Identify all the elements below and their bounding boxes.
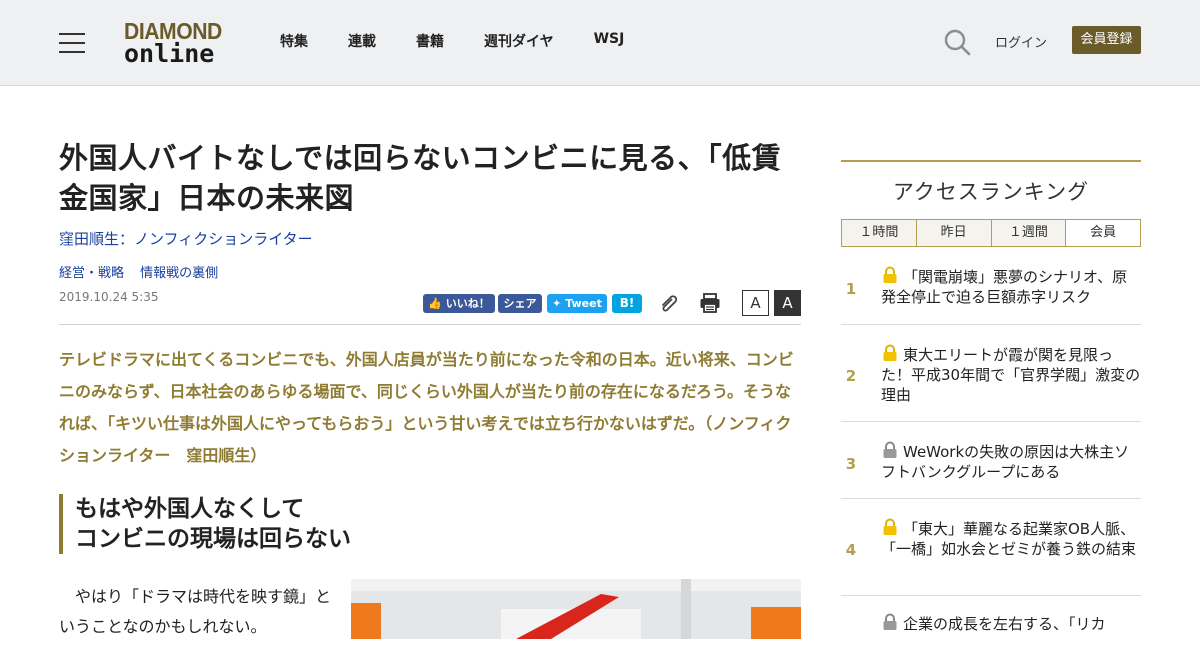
ranking-item[interactable]: 4 「東大」華麗なる起業家OB人脈、「一橋」如水会とゼミが養う鉄の結束 (841, 499, 1141, 596)
thumbs-up-icon: 👍 (428, 297, 442, 310)
article-body: やはり「ドラマは時代を映す鏡」ということなのかもしれない。 (59, 587, 332, 636)
ranking-item-title: 「東大」華麗なる起業家OB人脈、「一橋」如水会とゼミが養う鉄の結束 (881, 520, 1137, 558)
site-logo[interactable]: DIAMOND online (124, 18, 228, 68)
rank-number: 1 (845, 280, 857, 298)
lock-icon (883, 441, 897, 458)
tab-1week[interactable]: １週間 (991, 220, 1067, 246)
register-button[interactable]: 会員登録 (1072, 26, 1141, 54)
lock-icon (883, 613, 897, 630)
facebook-like-button[interactable]: 👍 いいね！ (423, 294, 495, 313)
nav-item-weekly-diamond[interactable]: 週刊ダイヤ (484, 31, 554, 51)
rank-number: 2 (845, 367, 857, 385)
hatena-bookmark-button[interactable]: B! (612, 294, 642, 313)
nav-item-wsj[interactable]: WSJ (594, 31, 625, 51)
ranking-title: アクセスランキング (892, 180, 1090, 204)
facebook-share-button[interactable]: シェア (498, 294, 542, 313)
nav-item-shoseki[interactable]: 書籍 (416, 31, 444, 51)
twitter-bird-icon: ✦ (552, 297, 562, 310)
ranking-item-title: WeWorkの失敗の原因は大株主ソフトバンクグループにある (881, 443, 1130, 481)
section-heading-line2: コンビニの現場は回らない (75, 526, 351, 552)
ranking-item[interactable]: 企業の成長を左右する、「リカ (841, 596, 1141, 656)
article-categories: 経営・戦略 情報戦の裏側 (59, 262, 230, 281)
category-link-management[interactable]: 経営・戦略 (59, 266, 124, 281)
paperclip-icon[interactable] (658, 292, 680, 314)
lock-icon (883, 266, 897, 283)
article-divider (59, 324, 801, 325)
site-header: DIAMOND online 特集 連載 書籍 週刊ダイヤ WSJ ログイン 会… (0, 0, 1200, 86)
login-link[interactable]: ログイン (995, 32, 1047, 51)
nav-item-rensai[interactable]: 連載 (348, 31, 376, 51)
ranking-item-title: 東大エリートが霞が関を見限った！平成30年間で「官界学閥」激変の理由 (881, 346, 1141, 404)
ranking-item-title: 企業の成長を左右する、「リカ (903, 615, 1106, 633)
lock-icon (883, 344, 897, 361)
category-link-info-war[interactable]: 情報戦の裏側 (140, 266, 218, 281)
article-title: 外国人バイトなしでは回らないコンビニに見る、「低賃金国家」日本の未来図 (59, 141, 782, 215)
print-icon[interactable] (699, 292, 721, 314)
lock-icon (883, 518, 897, 535)
font-size-small-button[interactable]: A (742, 290, 769, 316)
font-size-large-button[interactable]: A (774, 290, 801, 316)
ranking-item[interactable]: 2 東大エリートが霞が関を見限った！平成30年間で「官界学閥」激変の理由 (841, 325, 1141, 422)
rank-number: 4 (845, 541, 857, 559)
logo-line1: DIAMOND (124, 18, 222, 44)
logo-line2: online (124, 39, 215, 68)
rank-number: 3 (845, 455, 857, 473)
article-author[interactable]: 窪田順生：ノンフィクションライター (59, 228, 313, 249)
section-heading: もはや外国人なくして コンビニの現場は回らない (59, 494, 804, 554)
article-photo (351, 579, 801, 639)
ranking-tabs: １時間 昨日 １週間 会員 (841, 219, 1141, 247)
nav-item-tokushu[interactable]: 特集 (280, 31, 308, 51)
ranking-top-border (841, 160, 1141, 162)
tab-yesterday[interactable]: 昨日 (916, 220, 992, 246)
ranking-list: 1 「関電崩壊」悪夢のシナリオ、原発全停止で迫る巨額赤字リスク 2 東大エリート… (841, 247, 1141, 656)
tab-members[interactable]: 会員 (1066, 220, 1140, 246)
section-heading-line1: もはや外国人なくして (75, 496, 305, 522)
tab-1hour[interactable]: １時間 (842, 220, 917, 246)
main-nav: 特集 連載 書籍 週刊ダイヤ WSJ (280, 31, 664, 51)
search-icon[interactable] (943, 28, 971, 56)
article-lead: テレビドラマに出てくるコンビニでも、外国人店員が当たり前になった令和の日本。近い… (59, 350, 794, 465)
ranking-item[interactable]: 1 「関電崩壊」悪夢のシナリオ、原発全停止で迫る巨額赤字リスク (841, 247, 1141, 325)
hamburger-menu-icon[interactable] (59, 31, 85, 53)
article-date: 2019.10.24 5:35 (59, 290, 159, 304)
ranking-item-title: 「関電崩壊」悪夢のシナリオ、原発全停止で迫る巨額赤字リスク (881, 268, 1128, 306)
tweet-button[interactable]: ✦ Tweet (547, 294, 607, 313)
ranking-item[interactable]: 3 WeWorkの失敗の原因は大株主ソフトバンクグループにある (841, 422, 1141, 499)
